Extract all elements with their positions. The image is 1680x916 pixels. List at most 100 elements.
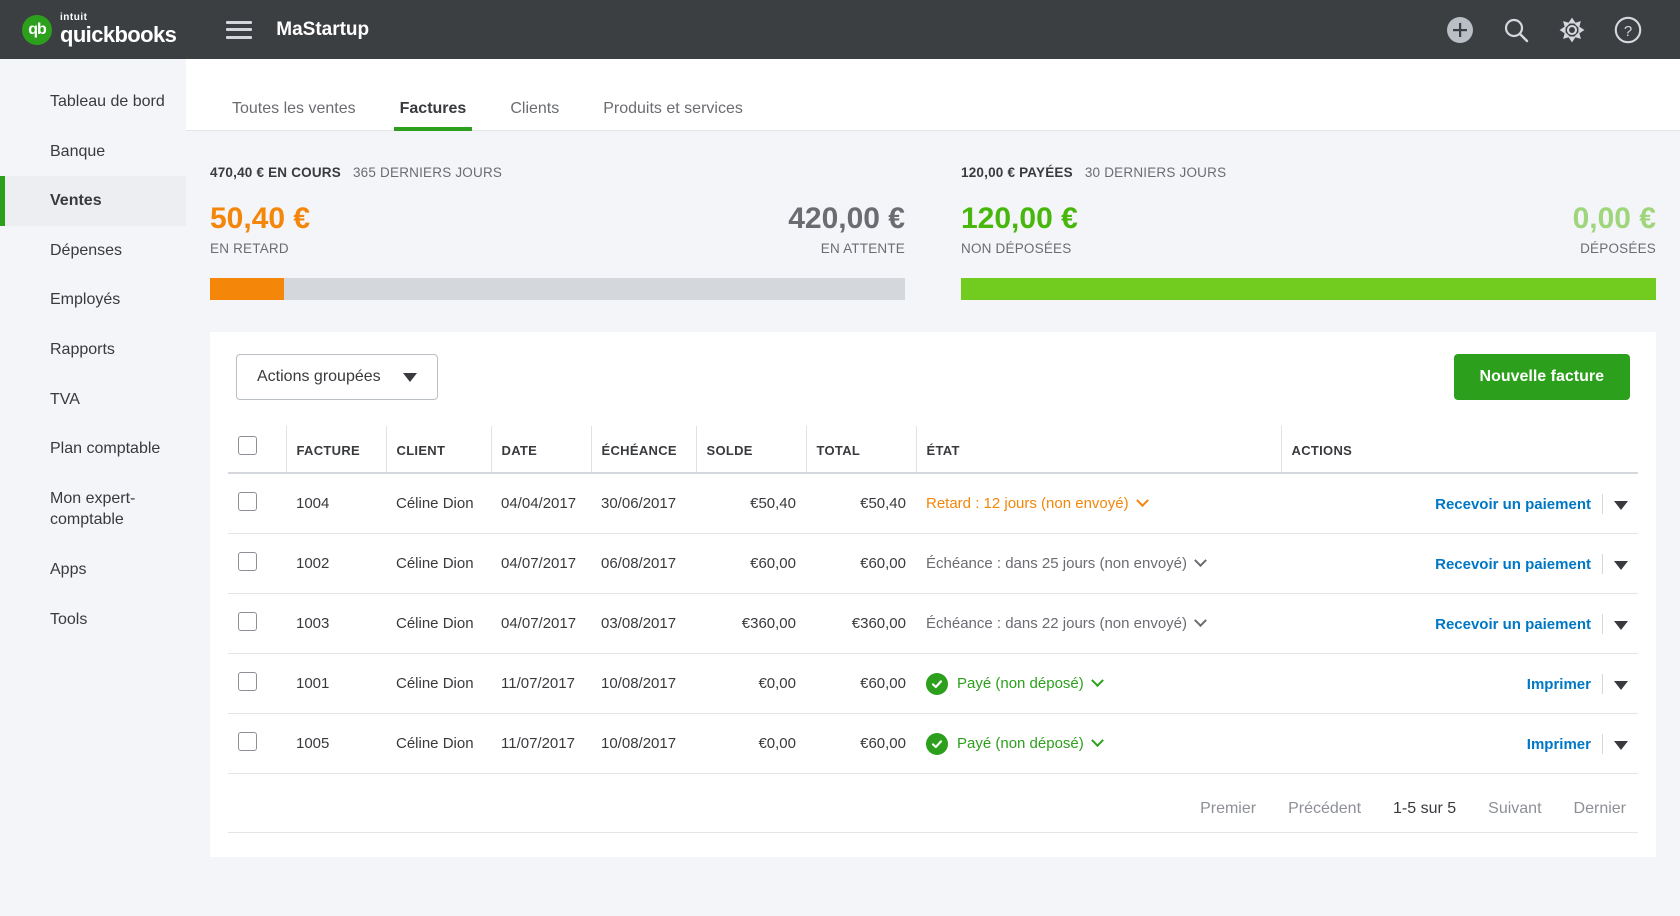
cell-facture[interactable]: 1003 (286, 594, 386, 654)
pagination-next[interactable]: Suivant (1488, 800, 1541, 818)
sidebar-item-apps[interactable]: Apps (0, 545, 186, 595)
pending-label: EN ATTENTE (788, 241, 905, 256)
sidebar-item-banque[interactable]: Banque (0, 127, 186, 177)
sidebar-item-rapports[interactable]: Rapports (0, 325, 186, 375)
paid-total-amount: 120,00 € PAYÉES (961, 165, 1073, 180)
header-date[interactable]: DATE (491, 426, 591, 473)
invoices-card: Actions groupées Nouvelle facture (210, 332, 1656, 857)
cell-actions: Imprimer (1281, 714, 1638, 774)
bulk-actions-label: Actions groupées (257, 368, 381, 386)
cell-facture[interactable]: 1005 (286, 714, 386, 774)
status-badge[interactable]: Échéance : dans 22 jours (non envoyé) (926, 615, 1271, 632)
row-action-link[interactable]: Imprimer (1527, 676, 1591, 693)
chevron-down-icon[interactable] (1136, 494, 1149, 507)
header-etat[interactable]: ÉTAT (916, 426, 1281, 473)
row-action-dropdown-icon[interactable] (1614, 561, 1628, 570)
select-all-checkbox[interactable] (238, 436, 257, 455)
paid-progress-track[interactable] (961, 278, 1656, 300)
row-action-link[interactable]: Recevoir un paiement (1435, 556, 1591, 573)
sidebar-item-tva[interactable]: TVA (0, 375, 186, 425)
paid-period: 30 DERNIERS JOURS (1085, 165, 1226, 180)
pagination-last[interactable]: Dernier (1574, 800, 1626, 818)
tab-produits-et-services[interactable]: Produits et services (581, 100, 765, 130)
deposited-amount: 0,00 € (1573, 204, 1656, 234)
help-circle-icon[interactable]: ? (1614, 16, 1642, 44)
money-bar-paid: 120,00 € PAYÉES 30 DERNIERS JOURS 120,00 … (961, 165, 1656, 300)
chevron-down-icon[interactable] (1194, 614, 1207, 627)
sidebar-item-employes[interactable]: Employés (0, 275, 186, 325)
overdue-block[interactable]: 50,40 € EN RETARD (210, 204, 310, 256)
row-checkbox[interactable] (238, 612, 257, 631)
row-action-dropdown-icon[interactable] (1614, 681, 1628, 690)
cell-client[interactable]: Céline Dion (386, 594, 491, 654)
row-action-link[interactable]: Imprimer (1527, 736, 1591, 753)
cell-facture[interactable]: 1004 (286, 473, 386, 534)
table-header-row: FACTURE CLIENT DATE ÉCHÉANCE SOLDE TOTAL… (228, 426, 1638, 473)
header-echeance[interactable]: ÉCHÉANCE (591, 426, 696, 473)
money-bar-unpaid: 470,40 € EN COURS365 DERNIERS JOURS 50,4… (210, 165, 905, 300)
pagination-previous[interactable]: Précédent (1288, 800, 1361, 818)
table-row[interactable]: 1002Céline Dion04/07/201706/08/2017€60,0… (228, 534, 1638, 594)
table-row[interactable]: 1001Céline Dion11/07/201710/08/2017€0,00… (228, 654, 1638, 714)
header-solde[interactable]: SOLDE (696, 426, 806, 473)
status-badge[interactable]: Payé (non déposé) (926, 673, 1271, 695)
chevron-down-icon[interactable] (1194, 554, 1207, 567)
row-action-link[interactable]: Recevoir un paiement (1435, 496, 1591, 513)
unpaid-progress-track[interactable] (210, 278, 905, 300)
quickbooks-logo[interactable]: qb intuit quickbooks (22, 13, 176, 46)
cell-facture[interactable]: 1002 (286, 534, 386, 594)
row-action-link[interactable]: Recevoir un paiement (1435, 616, 1591, 633)
table-row[interactable]: 1003Céline Dion04/07/201703/08/2017€360,… (228, 594, 1638, 654)
cell-client[interactable]: Céline Dion (386, 534, 491, 594)
row-checkbox[interactable] (238, 552, 257, 571)
sidebar-item-tools[interactable]: Tools (0, 595, 186, 645)
cell-echeance: 03/08/2017 (591, 594, 696, 654)
select-all-header (228, 426, 286, 473)
cell-etat: Échéance : dans 25 jours (non envoyé) (916, 534, 1281, 594)
pending-block[interactable]: 420,00 € EN ATTENTE (788, 204, 905, 256)
header-total[interactable]: TOTAL (806, 426, 916, 473)
row-checkbox[interactable] (238, 492, 257, 511)
tab-clients[interactable]: Clients (488, 100, 581, 130)
sidebar-item-ventes[interactable]: Ventes (0, 176, 186, 226)
page-body: Tableau de bord Banque Ventes Dépenses E… (0, 59, 1680, 916)
cell-date: 11/07/2017 (491, 714, 591, 774)
not-deposited-block[interactable]: 120,00 € NON DÉPOSÉES (961, 204, 1078, 256)
svg-text:?: ? (1624, 23, 1632, 40)
table-row[interactable]: 1004Céline Dion04/04/201730/06/2017€50,4… (228, 473, 1638, 534)
sidebar-item-plan-comptable[interactable]: Plan comptable (0, 424, 186, 474)
row-action-dropdown-icon[interactable] (1614, 501, 1628, 510)
status-badge[interactable]: Échéance : dans 25 jours (non envoyé) (926, 555, 1271, 572)
row-checkbox[interactable] (238, 732, 257, 751)
gear-icon[interactable] (1558, 16, 1586, 44)
new-invoice-button[interactable]: Nouvelle facture (1454, 354, 1630, 400)
sidebar-item-mon-expert-comptable[interactable]: Mon expert-comptable (0, 474, 186, 545)
tab-factures[interactable]: Factures (378, 100, 489, 130)
cell-client[interactable]: Céline Dion (386, 714, 491, 774)
status-badge[interactable]: Payé (non déposé) (926, 733, 1271, 755)
sidebar-item-depenses[interactable]: Dépenses (0, 226, 186, 276)
sidebar-item-tableau-de-bord[interactable]: Tableau de bord (0, 77, 186, 127)
chevron-down-icon[interactable] (1091, 674, 1104, 687)
chevron-down-icon[interactable] (1091, 734, 1104, 747)
plus-circle-icon[interactable] (1446, 16, 1474, 44)
menu-hamburger-icon[interactable] (226, 21, 252, 39)
pagination-first[interactable]: Premier (1200, 800, 1256, 818)
cell-actions: Recevoir un paiement (1281, 473, 1638, 534)
header-client[interactable]: CLIENT (386, 426, 491, 473)
cell-client[interactable]: Céline Dion (386, 473, 491, 534)
bulk-actions-button[interactable]: Actions groupées (236, 354, 438, 400)
deposited-block[interactable]: 0,00 € DÉPOSÉES (1573, 204, 1656, 256)
row-checkbox[interactable] (238, 672, 257, 691)
main-content: Toutes les ventes Factures Clients Produ… (186, 59, 1680, 916)
search-icon[interactable] (1502, 16, 1530, 44)
table-row[interactable]: 1005Céline Dion11/07/201710/08/2017€0,00… (228, 714, 1638, 774)
tab-toutes-les-ventes[interactable]: Toutes les ventes (210, 100, 378, 130)
unpaid-total-amount: 470,40 € EN COURS (210, 165, 341, 180)
status-badge[interactable]: Retard : 12 jours (non envoyé) (926, 495, 1271, 512)
cell-client[interactable]: Céline Dion (386, 654, 491, 714)
row-action-dropdown-icon[interactable] (1614, 621, 1628, 630)
row-action-dropdown-icon[interactable] (1614, 741, 1628, 750)
cell-facture[interactable]: 1001 (286, 654, 386, 714)
header-facture[interactable]: FACTURE (286, 426, 386, 473)
